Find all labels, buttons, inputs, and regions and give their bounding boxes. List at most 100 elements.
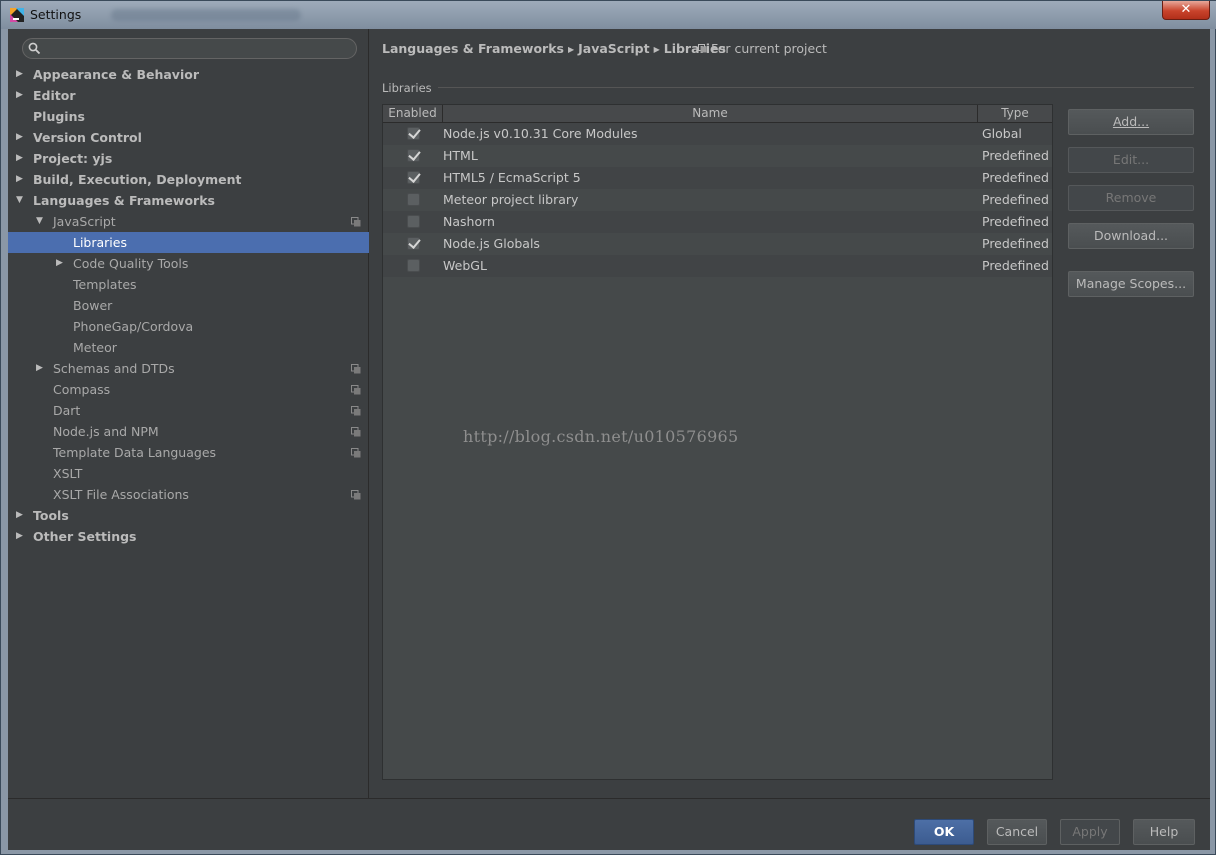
tree-item-label: Schemas and DTDs [53, 361, 175, 376]
tree-item-label: Build, Execution, Deployment [33, 172, 242, 187]
tree-item-xslt-file-associations[interactable]: XSLT File Associations [8, 484, 369, 505]
enabled-checkbox[interactable] [407, 171, 420, 184]
column-header-enabled[interactable]: Enabled [383, 105, 443, 123]
column-header-type[interactable]: Type [978, 105, 1052, 123]
library-name-cell: Node.js v0.10.31 Core Modules [443, 126, 638, 141]
enabled-checkbox[interactable] [407, 149, 420, 162]
tree-item-label: Template Data Languages [53, 445, 217, 460]
column-header-name[interactable]: Name [443, 105, 978, 123]
table-row[interactable]: Meteor project library Predefined [383, 189, 1052, 211]
project-level-icon [351, 406, 361, 416]
tree-item-code-quality-tools[interactable]: ▶ Code Quality Tools [8, 253, 369, 274]
library-name-cell: HTML5 / EcmaScript 5 [443, 170, 581, 185]
settings-search-input[interactable] [22, 38, 357, 59]
enabled-checkbox[interactable] [407, 237, 420, 250]
tree-item-label: Templates [73, 277, 137, 292]
window-title: Settings [30, 7, 82, 22]
tree-item-label: Compass [53, 382, 111, 397]
enabled-checkbox[interactable] [407, 193, 420, 206]
project-scope-icon [698, 44, 707, 53]
libraries-section-label: Libraries [382, 81, 432, 95]
library-name-cell: WebGL [443, 258, 487, 273]
library-type-cell: Predefined [982, 148, 1049, 163]
dialog-button-bar: OK Cancel Apply Help [8, 798, 1210, 850]
tree-item-dart[interactable]: Dart [8, 400, 369, 421]
tree-item-project-yjs[interactable]: ▶ Project: yjs [8, 148, 369, 169]
tree-item-label: XSLT [53, 466, 83, 481]
tree-item-bower[interactable]: Bower [8, 295, 369, 316]
table-row[interactable]: HTML5 / EcmaScript 5 Predefined [383, 167, 1052, 189]
enabled-checkbox[interactable] [407, 127, 420, 140]
breadcrumb-separator-icon: ▶ [653, 45, 660, 54]
tree-item-label: Meteor [73, 340, 117, 355]
library-name-cell: HTML [443, 148, 478, 163]
tree-item-node-js-and-npm[interactable]: Node.js and NPM [8, 421, 369, 442]
collapsed-arrow-icon[interactable]: ▶ [16, 169, 26, 190]
project-level-icon [351, 217, 361, 227]
tree-item-languages-frameworks[interactable]: ▼ Languages & Frameworks [8, 190, 369, 211]
expanded-arrow-icon[interactable]: ▼ [36, 211, 46, 232]
cancel-button[interactable]: Cancel [987, 819, 1047, 845]
collapsed-arrow-icon[interactable]: ▶ [36, 358, 46, 379]
table-row[interactable]: Node.js v0.10.31 Core Modules Global [383, 123, 1052, 145]
project-level-icon [351, 448, 361, 458]
enabled-checkbox[interactable] [407, 215, 420, 228]
section-divider [438, 87, 1194, 88]
collapsed-arrow-icon[interactable]: ▶ [16, 64, 26, 85]
table-row[interactable]: WebGL Predefined [383, 255, 1052, 277]
settings-window: Settings ✕ ▶ Appearance & Behavior ▶ Editor… [0, 0, 1216, 855]
tree-item-schemas-and-dtds[interactable]: ▶ Schemas and DTDs [8, 358, 369, 379]
collapsed-arrow-icon[interactable]: ▶ [56, 253, 66, 274]
tree-item-build-execution-deployment[interactable]: ▶ Build, Execution, Deployment [8, 169, 369, 190]
tree-item-label: Tools [33, 508, 69, 523]
tree-item-label: Bower [73, 298, 113, 313]
project-level-icon [351, 364, 361, 374]
download-library-button[interactable]: Download... [1068, 223, 1194, 249]
scope-note-text: For current project [711, 41, 827, 56]
tree-item-libraries[interactable]: Libraries [8, 232, 369, 253]
manage-scopes-button[interactable]: Manage Scopes... [1068, 271, 1194, 297]
library-type-cell: Predefined [982, 236, 1049, 251]
collapsed-arrow-icon[interactable]: ▶ [16, 127, 26, 148]
tree-item-appearance-behavior[interactable]: ▶ Appearance & Behavior [8, 64, 369, 85]
table-row[interactable]: Node.js Globals Predefined [383, 233, 1052, 255]
enabled-checkbox[interactable] [407, 259, 420, 272]
tree-item-label: Appearance & Behavior [33, 67, 199, 82]
edit-library-button[interactable]: Edit... [1068, 147, 1194, 173]
table-row[interactable]: HTML Predefined [383, 145, 1052, 167]
tree-item-plugins[interactable]: Plugins [8, 106, 369, 127]
tree-item-editor[interactable]: ▶ Editor [8, 85, 369, 106]
tree-item-template-data-languages[interactable]: Template Data Languages [8, 442, 369, 463]
title-bar[interactable]: Settings ✕ [1, 1, 1216, 29]
apply-button[interactable]: Apply [1060, 819, 1120, 845]
collapsed-arrow-icon[interactable]: ▶ [16, 148, 26, 169]
breadcrumb-separator-icon: ▶ [567, 45, 575, 54]
tree-item-compass[interactable]: Compass [8, 379, 369, 400]
breadcrumb: Languages & Frameworks ▶ JavaScript ▶ Librar… [382, 41, 726, 56]
tree-item-templates[interactable]: Templates [8, 274, 369, 295]
tree-item-version-control[interactable]: ▶ Version Control [8, 127, 369, 148]
tree-item-xslt[interactable]: XSLT [8, 463, 369, 484]
library-name-cell: Nashorn [443, 214, 495, 229]
collapsed-arrow-icon[interactable]: ▶ [16, 85, 26, 106]
blurred-title-text [111, 9, 301, 21]
expanded-arrow-icon[interactable]: ▼ [16, 190, 26, 211]
table-row[interactable]: Nashorn Predefined [383, 211, 1052, 233]
tree-item-other-settings[interactable]: ▶ Other Settings [8, 526, 369, 547]
tree-item-meteor[interactable]: Meteor [8, 337, 369, 358]
tree-item-phonegap-cordova[interactable]: PhoneGap/Cordova [8, 316, 369, 337]
tree-item-label: PhoneGap/Cordova [73, 319, 194, 334]
settings-tree-pane: ▶ Appearance & Behavior ▶ Editor Plugins ▶ Ver… [8, 29, 369, 798]
ok-button[interactable]: OK [914, 819, 974, 845]
help-button[interactable]: Help [1133, 819, 1195, 845]
remove-library-button[interactable]: Remove [1068, 185, 1194, 211]
library-type-cell: Predefined [982, 258, 1049, 273]
collapsed-arrow-icon[interactable]: ▶ [16, 505, 26, 526]
add-library-button[interactable]: Add... [1068, 109, 1194, 135]
collapsed-arrow-icon[interactable]: ▶ [16, 526, 26, 547]
window-close-button[interactable]: ✕ [1162, 1, 1210, 20]
dialog-body: ▶ Appearance & Behavior ▶ Editor Plugins ▶ Ver… [8, 29, 1210, 850]
watermark-text: http://blog.csdn.net/u010576965 [463, 427, 739, 446]
tree-item-tools[interactable]: ▶ Tools [8, 505, 369, 526]
tree-item-javascript[interactable]: ▼ JavaScript [8, 211, 369, 232]
